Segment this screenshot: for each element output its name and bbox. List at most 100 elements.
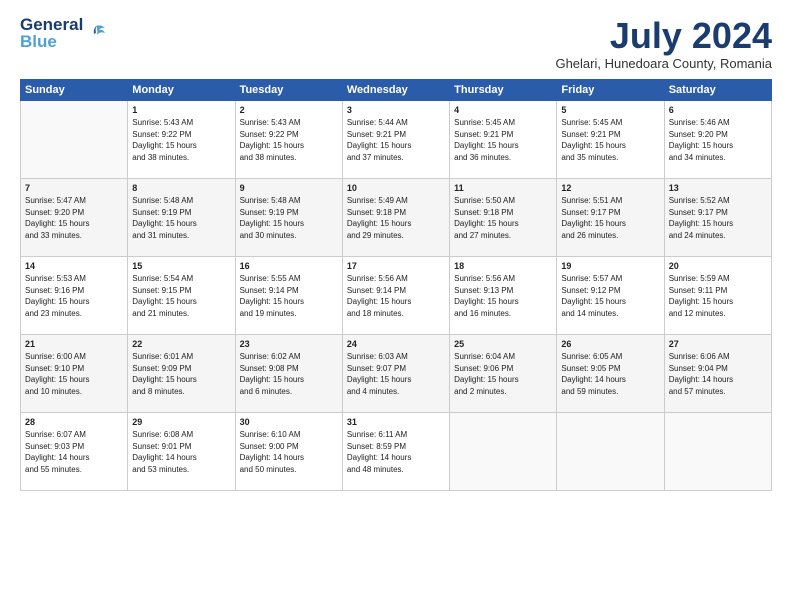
- table-cell: 7Sunrise: 5:47 AM Sunset: 9:20 PM Daylig…: [21, 178, 128, 256]
- day-content: Sunrise: 5:48 AM Sunset: 9:19 PM Dayligh…: [240, 195, 338, 241]
- day-content: Sunrise: 6:05 AM Sunset: 9:05 PM Dayligh…: [561, 351, 659, 397]
- table-cell: 21Sunrise: 6:00 AM Sunset: 9:10 PM Dayli…: [21, 334, 128, 412]
- day-content: Sunrise: 6:06 AM Sunset: 9:04 PM Dayligh…: [669, 351, 767, 397]
- table-cell: 12Sunrise: 5:51 AM Sunset: 9:17 PM Dayli…: [557, 178, 664, 256]
- table-cell: 10Sunrise: 5:49 AM Sunset: 9:18 PM Dayli…: [342, 178, 449, 256]
- day-content: Sunrise: 5:48 AM Sunset: 9:19 PM Dayligh…: [132, 195, 230, 241]
- day-number: 5: [561, 104, 659, 117]
- day-content: Sunrise: 5:43 AM Sunset: 9:22 PM Dayligh…: [240, 117, 338, 163]
- table-cell: 13Sunrise: 5:52 AM Sunset: 9:17 PM Dayli…: [664, 178, 771, 256]
- day-number: 30: [240, 416, 338, 429]
- day-number: 16: [240, 260, 338, 273]
- table-cell: 31Sunrise: 6:11 AM Sunset: 8:59 PM Dayli…: [342, 412, 449, 490]
- table-cell: 18Sunrise: 5:56 AM Sunset: 9:13 PM Dayli…: [450, 256, 557, 334]
- day-number: 27: [669, 338, 767, 351]
- logo-blue: Blue: [20, 33, 83, 50]
- table-row: 28Sunrise: 6:07 AM Sunset: 9:03 PM Dayli…: [21, 412, 772, 490]
- day-number: 17: [347, 260, 445, 273]
- subtitle: Ghelari, Hunedoara County, Romania: [555, 56, 772, 71]
- table-cell: 27Sunrise: 6:06 AM Sunset: 9:04 PM Dayli…: [664, 334, 771, 412]
- table-cell: 29Sunrise: 6:08 AM Sunset: 9:01 PM Dayli…: [128, 412, 235, 490]
- day-content: Sunrise: 5:57 AM Sunset: 9:12 PM Dayligh…: [561, 273, 659, 319]
- day-number: 6: [669, 104, 767, 117]
- day-content: Sunrise: 5:54 AM Sunset: 9:15 PM Dayligh…: [132, 273, 230, 319]
- table-cell: [557, 412, 664, 490]
- day-number: 13: [669, 182, 767, 195]
- table-cell: 2Sunrise: 5:43 AM Sunset: 9:22 PM Daylig…: [235, 100, 342, 178]
- day-content: Sunrise: 5:59 AM Sunset: 9:11 PM Dayligh…: [669, 273, 767, 319]
- table-cell: 11Sunrise: 5:50 AM Sunset: 9:18 PM Dayli…: [450, 178, 557, 256]
- day-number: 20: [669, 260, 767, 273]
- table-row: 1Sunrise: 5:43 AM Sunset: 9:22 PM Daylig…: [21, 100, 772, 178]
- table-cell: 1Sunrise: 5:43 AM Sunset: 9:22 PM Daylig…: [128, 100, 235, 178]
- day-content: Sunrise: 6:03 AM Sunset: 9:07 PM Dayligh…: [347, 351, 445, 397]
- day-content: Sunrise: 6:02 AM Sunset: 9:08 PM Dayligh…: [240, 351, 338, 397]
- day-content: Sunrise: 6:01 AM Sunset: 9:09 PM Dayligh…: [132, 351, 230, 397]
- table-cell: 9Sunrise: 5:48 AM Sunset: 9:19 PM Daylig…: [235, 178, 342, 256]
- table-cell: 15Sunrise: 5:54 AM Sunset: 9:15 PM Dayli…: [128, 256, 235, 334]
- day-content: Sunrise: 5:50 AM Sunset: 9:18 PM Dayligh…: [454, 195, 552, 241]
- day-number: 29: [132, 416, 230, 429]
- day-content: Sunrise: 5:56 AM Sunset: 9:14 PM Dayligh…: [347, 273, 445, 319]
- header-row: Sunday Monday Tuesday Wednesday Thursday…: [21, 79, 772, 100]
- logo: General Blue: [20, 16, 107, 50]
- table-cell: 24Sunrise: 6:03 AM Sunset: 9:07 PM Dayli…: [342, 334, 449, 412]
- table-cell: [21, 100, 128, 178]
- table-cell: 16Sunrise: 5:55 AM Sunset: 9:14 PM Dayli…: [235, 256, 342, 334]
- table-cell: 4Sunrise: 5:45 AM Sunset: 9:21 PM Daylig…: [450, 100, 557, 178]
- day-number: 3: [347, 104, 445, 117]
- table-cell: 5Sunrise: 5:45 AM Sunset: 9:21 PM Daylig…: [557, 100, 664, 178]
- day-content: Sunrise: 6:07 AM Sunset: 9:03 PM Dayligh…: [25, 429, 123, 475]
- day-content: Sunrise: 5:52 AM Sunset: 9:17 PM Dayligh…: [669, 195, 767, 241]
- table-cell: 14Sunrise: 5:53 AM Sunset: 9:16 PM Dayli…: [21, 256, 128, 334]
- table-cell: [664, 412, 771, 490]
- day-content: Sunrise: 5:49 AM Sunset: 9:18 PM Dayligh…: [347, 195, 445, 241]
- day-number: 31: [347, 416, 445, 429]
- day-number: 18: [454, 260, 552, 273]
- day-number: 28: [25, 416, 123, 429]
- table-cell: 19Sunrise: 5:57 AM Sunset: 9:12 PM Dayli…: [557, 256, 664, 334]
- month-title: July 2024: [555, 16, 772, 56]
- day-content: Sunrise: 5:44 AM Sunset: 9:21 PM Dayligh…: [347, 117, 445, 163]
- day-number: 10: [347, 182, 445, 195]
- table-cell: 6Sunrise: 5:46 AM Sunset: 9:20 PM Daylig…: [664, 100, 771, 178]
- day-number: 24: [347, 338, 445, 351]
- table-cell: 17Sunrise: 5:56 AM Sunset: 9:14 PM Dayli…: [342, 256, 449, 334]
- day-number: 2: [240, 104, 338, 117]
- day-number: 9: [240, 182, 338, 195]
- table-cell: 22Sunrise: 6:01 AM Sunset: 9:09 PM Dayli…: [128, 334, 235, 412]
- day-number: 14: [25, 260, 123, 273]
- day-content: Sunrise: 5:51 AM Sunset: 9:17 PM Dayligh…: [561, 195, 659, 241]
- table-cell: 28Sunrise: 6:07 AM Sunset: 9:03 PM Dayli…: [21, 412, 128, 490]
- col-saturday: Saturday: [664, 79, 771, 100]
- day-content: Sunrise: 5:43 AM Sunset: 9:22 PM Dayligh…: [132, 117, 230, 163]
- day-content: Sunrise: 5:55 AM Sunset: 9:14 PM Dayligh…: [240, 273, 338, 319]
- day-number: 19: [561, 260, 659, 273]
- day-number: 8: [132, 182, 230, 195]
- day-content: Sunrise: 6:11 AM Sunset: 8:59 PM Dayligh…: [347, 429, 445, 475]
- logo-general: General: [20, 16, 83, 33]
- col-wednesday: Wednesday: [342, 79, 449, 100]
- day-number: 15: [132, 260, 230, 273]
- col-friday: Friday: [557, 79, 664, 100]
- day-number: 7: [25, 182, 123, 195]
- day-number: 26: [561, 338, 659, 351]
- table-cell: 3Sunrise: 5:44 AM Sunset: 9:21 PM Daylig…: [342, 100, 449, 178]
- title-block: July 2024 Ghelari, Hunedoara County, Rom…: [555, 16, 772, 71]
- day-content: Sunrise: 5:56 AM Sunset: 9:13 PM Dayligh…: [454, 273, 552, 319]
- day-number: 11: [454, 182, 552, 195]
- table-cell: 26Sunrise: 6:05 AM Sunset: 9:05 PM Dayli…: [557, 334, 664, 412]
- col-tuesday: Tuesday: [235, 79, 342, 100]
- day-number: 12: [561, 182, 659, 195]
- col-thursday: Thursday: [450, 79, 557, 100]
- table-row: 14Sunrise: 5:53 AM Sunset: 9:16 PM Dayli…: [21, 256, 772, 334]
- table-cell: 25Sunrise: 6:04 AM Sunset: 9:06 PM Dayli…: [450, 334, 557, 412]
- table-row: 7Sunrise: 5:47 AM Sunset: 9:20 PM Daylig…: [21, 178, 772, 256]
- col-sunday: Sunday: [21, 79, 128, 100]
- day-number: 1: [132, 104, 230, 117]
- day-number: 22: [132, 338, 230, 351]
- day-content: Sunrise: 6:08 AM Sunset: 9:01 PM Dayligh…: [132, 429, 230, 475]
- logo-bird-icon: [85, 22, 107, 44]
- day-content: Sunrise: 5:45 AM Sunset: 9:21 PM Dayligh…: [454, 117, 552, 163]
- day-number: 21: [25, 338, 123, 351]
